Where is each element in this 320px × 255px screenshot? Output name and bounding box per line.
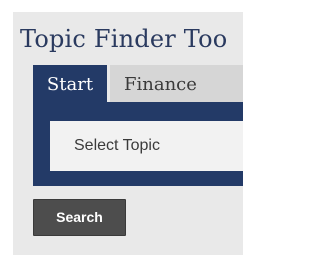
tab-bar: Start Finance I <box>33 65 243 105</box>
widget-title: Topic Finder Too <box>20 25 228 53</box>
search-button[interactable]: Search <box>33 199 126 236</box>
tab-finance[interactable]: Finance <box>110 65 243 105</box>
tab-start[interactable]: Start <box>33 65 107 105</box>
topic-select[interactable]: Select Topic <box>50 121 243 171</box>
screenshot-frame: Topic Finder Too Start Finance I Select … <box>0 0 243 255</box>
